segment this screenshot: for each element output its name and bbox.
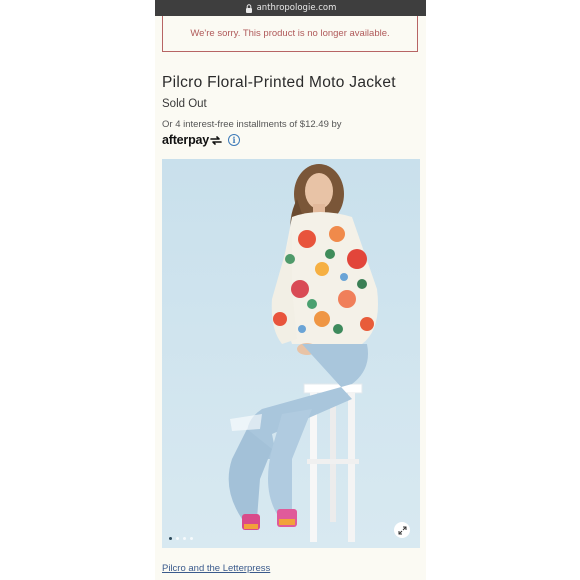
mobile-page: anthropologie.com We're sorry. This prod… xyxy=(155,0,426,580)
carousel-dot[interactable] xyxy=(183,537,186,540)
installments-text: Or 4 interest-free installments of $12.4… xyxy=(162,119,342,130)
carousel-dot[interactable] xyxy=(176,537,179,540)
info-icon[interactable]: i xyxy=(228,134,241,146)
expand-icon xyxy=(398,526,406,534)
afterpay-logo: afterpay xyxy=(162,133,222,147)
product-photo xyxy=(162,159,420,548)
product-image-carousel[interactable] xyxy=(162,159,420,548)
carousel-dot[interactable] xyxy=(169,537,172,540)
brand-link[interactable]: Pilcro and the Letterpress xyxy=(162,563,270,574)
carousel-dot[interactable] xyxy=(190,537,193,540)
notice-text: We're sorry. This product is no longer a… xyxy=(190,28,390,39)
afterpay-arrows-icon xyxy=(210,135,222,145)
browser-url-bar[interactable]: anthropologie.com xyxy=(155,0,426,16)
product-title: Pilcro Floral-Printed Moto Jacket xyxy=(162,74,396,91)
expand-button[interactable] xyxy=(394,522,410,538)
afterpay-label: afterpay xyxy=(162,133,210,147)
afterpay-row: afterpay i xyxy=(162,133,241,147)
unavailable-notice: We're sorry. This product is no longer a… xyxy=(162,16,418,52)
url-text: anthropologie.com xyxy=(256,3,337,13)
stock-status: Sold Out xyxy=(162,98,207,110)
carousel-dots[interactable] xyxy=(169,537,193,540)
lock-icon xyxy=(245,3,253,13)
